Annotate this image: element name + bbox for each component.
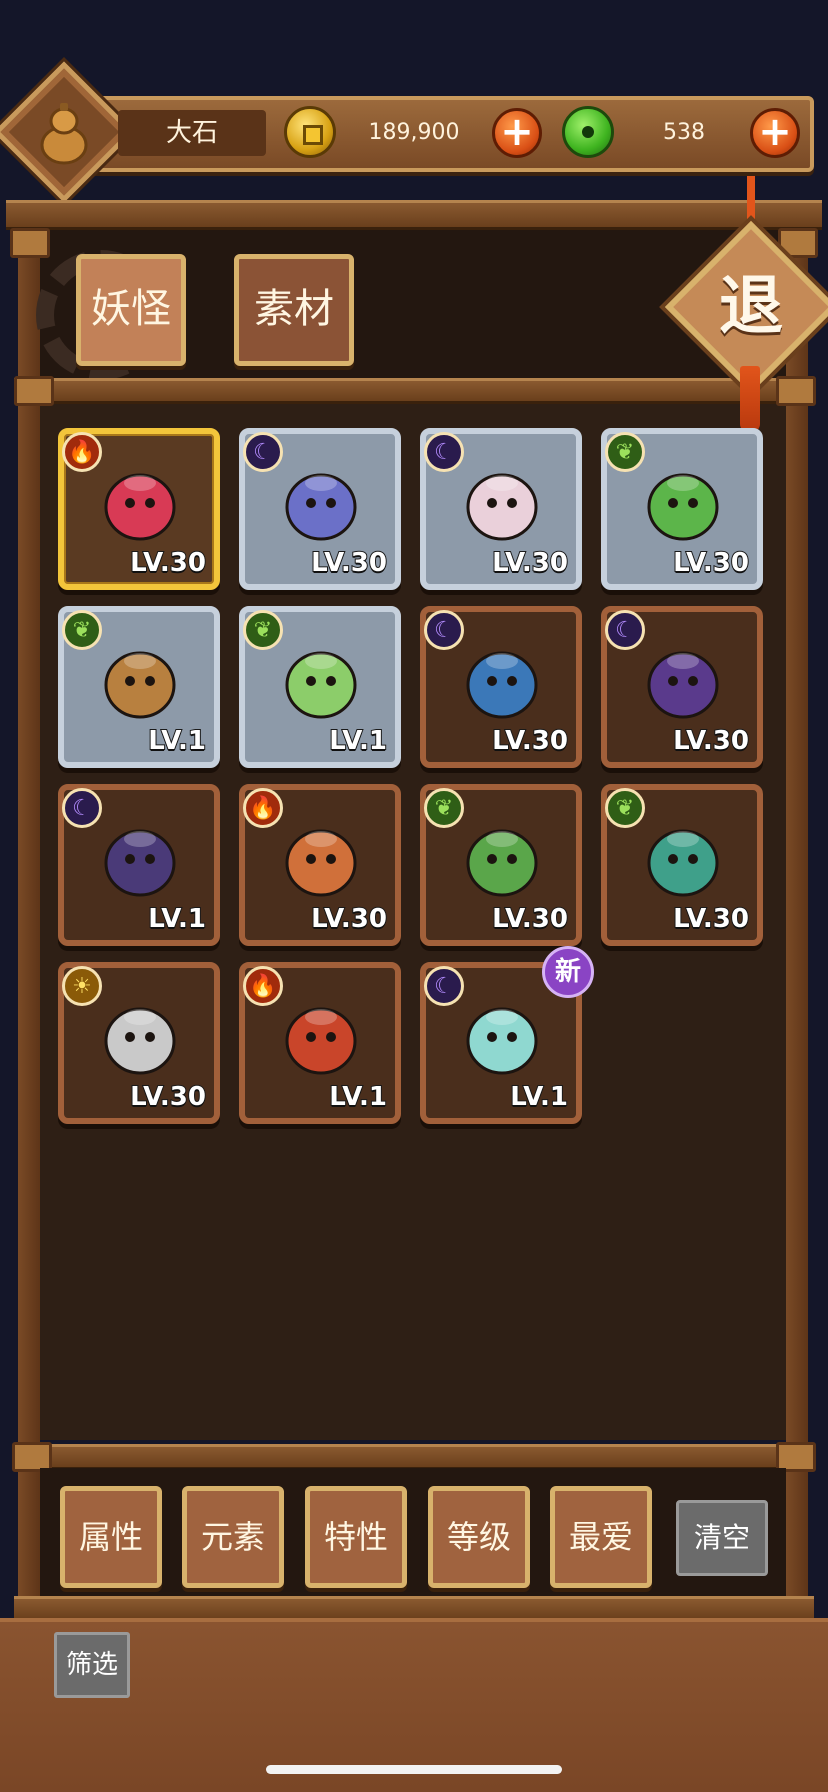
monster-card[interactable]: ☾ LV.1 新	[420, 946, 594, 1124]
red-house-icon	[275, 990, 367, 1082]
monster-card[interactable]: ☾ LV.1	[58, 784, 220, 946]
monster-level: LV.30	[672, 547, 750, 579]
cabbage-girl-icon	[637, 812, 729, 904]
coin-amount: 189,900	[368, 120, 460, 145]
monster-card[interactable]: ❦ LV.1	[58, 606, 220, 768]
sprout-stump-icon	[94, 634, 186, 726]
cabinet-right-post	[786, 228, 808, 1608]
monster-card[interactable]: ❦ LV.30	[601, 784, 763, 946]
leaf-girl-icon	[275, 634, 367, 726]
add-coins-button[interactable]: +	[492, 108, 542, 158]
filter-trait-button[interactable]: 特性	[305, 1486, 407, 1588]
monster-level: LV.1	[147, 903, 207, 935]
monster-level: LV.1	[328, 1081, 388, 1113]
monster-level: LV.1	[328, 725, 388, 757]
shelf-beam	[14, 378, 814, 404]
monster-level: LV.30	[310, 547, 388, 579]
pink-round-spirit-icon	[456, 456, 548, 548]
tab-monsters[interactable]: 妖怪	[76, 254, 186, 366]
leek-sprite-icon	[637, 456, 729, 548]
cabinet-left-post	[18, 228, 40, 1608]
jade-icon	[562, 106, 614, 158]
bracket-decoration	[776, 376, 816, 406]
monster-card[interactable]: 🔥 LV.30	[58, 428, 220, 590]
green-beast-icon	[456, 812, 548, 904]
monster-level: LV.30	[672, 725, 750, 757]
avatar-gourd-icon[interactable]	[34, 98, 94, 166]
exit-tassel	[740, 366, 760, 432]
tab-materials[interactable]: 素材	[234, 254, 354, 366]
monster-level: LV.1	[509, 1081, 569, 1113]
exit-label[interactable]: 退	[690, 252, 812, 362]
stone-tablet-icon	[94, 990, 186, 1082]
monster-card[interactable]: ❦ LV.30	[420, 784, 582, 946]
bracket-decoration	[14, 376, 54, 406]
burning-log-icon	[275, 812, 367, 904]
filter-level-button[interactable]: 等级	[428, 1486, 530, 1588]
monster-level: LV.30	[129, 547, 207, 579]
monster-card[interactable]: ☾ LV.30	[420, 428, 582, 590]
monster-card[interactable]: ☾ LV.30	[239, 428, 401, 590]
monster-card[interactable]: 🔥 LV.1	[239, 962, 401, 1124]
monster-level: LV.30	[491, 903, 569, 935]
talisman-scroll-icon	[275, 456, 367, 548]
new-badge: 新	[542, 946, 594, 998]
monster-card[interactable]: ☾ LV.30	[601, 606, 763, 768]
monster-card[interactable]: ☾ LV.30	[420, 606, 582, 768]
monster-card[interactable]: ❦ LV.30	[601, 428, 763, 590]
filter-toggle-button[interactable]: 筛选	[54, 1632, 130, 1698]
monster-level: LV.1	[147, 725, 207, 757]
coin-icon	[284, 106, 336, 158]
filter-shelf-beam	[14, 1444, 814, 1470]
cabinet-top-beam	[6, 200, 822, 230]
add-jade-button[interactable]: +	[750, 108, 800, 158]
teal-scroll-icon	[456, 990, 548, 1082]
monster-level: LV.30	[491, 547, 569, 579]
monster-card[interactable]: 🔥 LV.30	[239, 784, 401, 946]
monster-card[interactable]: ❦ LV.1	[239, 606, 401, 768]
player-name: 大石	[118, 110, 266, 156]
bracket-decoration	[10, 228, 50, 258]
purple-bean-icon	[637, 634, 729, 726]
eye-twins-icon	[94, 812, 186, 904]
monster-level: LV.30	[672, 903, 750, 935]
monster-level: LV.30	[129, 1081, 207, 1113]
monster-card[interactable]: ☀ LV.30	[58, 962, 220, 1124]
monster-level: LV.30	[310, 903, 388, 935]
blue-bat-lantern-icon	[456, 634, 548, 726]
red-star-gem-icon	[94, 456, 186, 548]
filter-element-button[interactable]: 元素	[182, 1486, 284, 1588]
monster-grid: 🔥 LV.30 ☾ LV.30 ☾ LV.30 ❦ LV.30 ❦ LV.1 ❦ LV.1 ☾ LV.30…	[58, 428, 774, 1124]
monster-level: LV.30	[491, 725, 569, 757]
clear-filter-button[interactable]: 清空	[676, 1500, 768, 1576]
home-indicator[interactable]	[266, 1765, 562, 1774]
filter-favorite-button[interactable]: 最爱	[550, 1486, 652, 1588]
filter-attribute-button[interactable]: 属性	[60, 1486, 162, 1588]
jade-amount: 538	[663, 120, 705, 145]
